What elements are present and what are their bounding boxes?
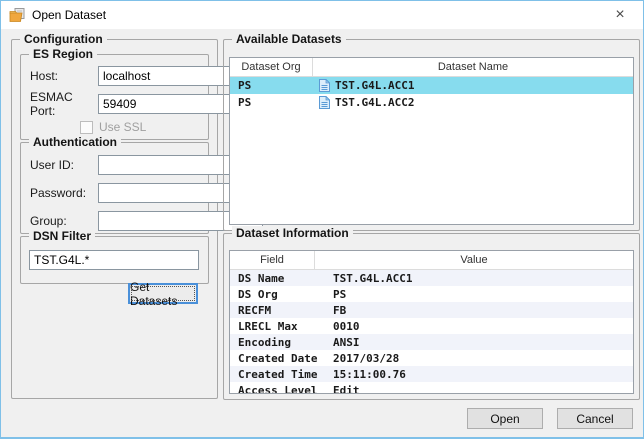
dataset-info-table: Field Value DS Name TST.G4L.ACC1 DS Org … xyxy=(229,250,634,394)
file-icon xyxy=(319,96,330,109)
available-datasets-group: Available Datasets Dataset Org Dataset N… xyxy=(223,39,640,231)
dsn-filter-input[interactable] xyxy=(29,250,199,270)
dsn-filter-group: DSN Filter xyxy=(20,236,209,284)
dsn-filter-title: DSN Filter xyxy=(29,229,95,243)
file-icon xyxy=(319,79,330,92)
field-cell: Access Level xyxy=(230,384,315,395)
info-row[interactable]: LRECL Max 0010 xyxy=(230,318,633,334)
host-row: Host: xyxy=(30,66,200,86)
title-bar: Open Dataset × xyxy=(1,1,643,29)
dataset-name-text: TST.G4L.ACC1 xyxy=(335,79,414,92)
datasets-table-header: Dataset Org Dataset Name xyxy=(230,58,633,77)
dataset-name-cell: TST.G4L.ACC2 xyxy=(313,96,633,109)
cancel-button[interactable]: Cancel xyxy=(557,408,633,429)
value-cell: Edit xyxy=(315,384,633,395)
value-cell: PS xyxy=(315,288,633,301)
dataset-name-text: TST.G4L.ACC2 xyxy=(335,96,414,109)
dataset-row[interactable]: PS TST.G4L.ACC1 xyxy=(230,77,633,94)
get-datasets-button[interactable]: Get Datasets xyxy=(128,283,198,304)
info-row[interactable]: Created Date 2017/03/28 xyxy=(230,350,633,366)
use-ssl-label: Use SSL xyxy=(99,120,146,134)
info-table-header: Field Value xyxy=(230,251,633,270)
close-icon[interactable]: × xyxy=(597,1,643,29)
configuration-group: Configuration ES Region Host: ESMAC Port… xyxy=(11,39,218,399)
user-id-label: User ID: xyxy=(30,158,98,172)
group-row: Group: xyxy=(30,211,200,231)
dataset-org-cell: PS xyxy=(230,96,313,109)
dataset-row[interactable]: PS TST.G4L.ACC2 xyxy=(230,94,633,111)
authentication-group: Authentication User ID: Password: Group: xyxy=(20,142,209,234)
column-header-dataset-org[interactable]: Dataset Org xyxy=(230,58,313,76)
info-row[interactable]: DS Name TST.G4L.ACC1 xyxy=(230,270,633,286)
value-cell: TST.G4L.ACC1 xyxy=(315,272,633,285)
info-row[interactable]: Access Level Edit xyxy=(230,382,633,394)
port-row: ESMAC Port: xyxy=(30,94,200,114)
datasets-table: Dataset Org Dataset Name PS TST.G4L.AC xyxy=(229,57,634,225)
value-cell: 15:11:00.76 xyxy=(315,368,633,381)
info-row[interactable]: Created Time 15:11:00.76 xyxy=(230,366,633,382)
user-id-row: User ID: xyxy=(30,155,200,175)
open-button[interactable]: Open xyxy=(467,408,543,429)
field-cell: DS Name xyxy=(230,272,315,285)
configuration-title: Configuration xyxy=(20,32,107,46)
field-cell: Created Date xyxy=(230,352,315,365)
password-label: Password: xyxy=(30,186,98,200)
authentication-title: Authentication xyxy=(29,135,121,149)
info-row[interactable]: DS Org PS xyxy=(230,286,633,302)
esmac-port-label: ESMAC Port: xyxy=(30,90,98,118)
field-cell: Created Time xyxy=(230,368,315,381)
window-title: Open Dataset xyxy=(32,8,106,22)
use-ssl-checkbox[interactable] xyxy=(80,121,93,134)
column-header-value[interactable]: Value xyxy=(315,251,633,269)
dataset-information-group: Dataset Information Field Value DS Name … xyxy=(223,233,640,400)
field-cell: RECFM xyxy=(230,304,315,317)
info-row[interactable]: Encoding ANSI xyxy=(230,334,633,350)
value-cell: ANSI xyxy=(315,336,633,349)
field-cell: Encoding xyxy=(230,336,315,349)
password-row: Password: xyxy=(30,183,200,203)
value-cell: FB xyxy=(315,304,633,317)
dataset-name-cell: TST.G4L.ACC1 xyxy=(313,79,633,92)
field-cell: DS Org xyxy=(230,288,315,301)
use-ssl-row: Use SSL xyxy=(30,119,200,135)
column-header-field[interactable]: Field xyxy=(230,251,315,269)
dataset-folder-icon xyxy=(9,7,25,23)
column-header-dataset-name[interactable]: Dataset Name xyxy=(313,58,633,76)
dialog-body: Configuration ES Region Host: ESMAC Port… xyxy=(1,29,643,437)
host-label: Host: xyxy=(30,69,98,83)
dataset-information-title: Dataset Information xyxy=(232,226,353,240)
available-datasets-title: Available Datasets xyxy=(232,32,346,46)
dataset-org-cell: PS xyxy=(230,79,313,92)
field-cell: LRECL Max xyxy=(230,320,315,333)
es-region-title: ES Region xyxy=(29,47,97,61)
value-cell: 2017/03/28 xyxy=(315,352,633,365)
value-cell: 0010 xyxy=(315,320,633,333)
open-dataset-dialog: Open Dataset × Configuration ES Region H… xyxy=(0,0,644,439)
group-label: Group: xyxy=(30,214,98,228)
es-region-group: ES Region Host: ESMAC Port: Use SSL xyxy=(20,54,209,140)
info-row[interactable]: RECFM FB xyxy=(230,302,633,318)
